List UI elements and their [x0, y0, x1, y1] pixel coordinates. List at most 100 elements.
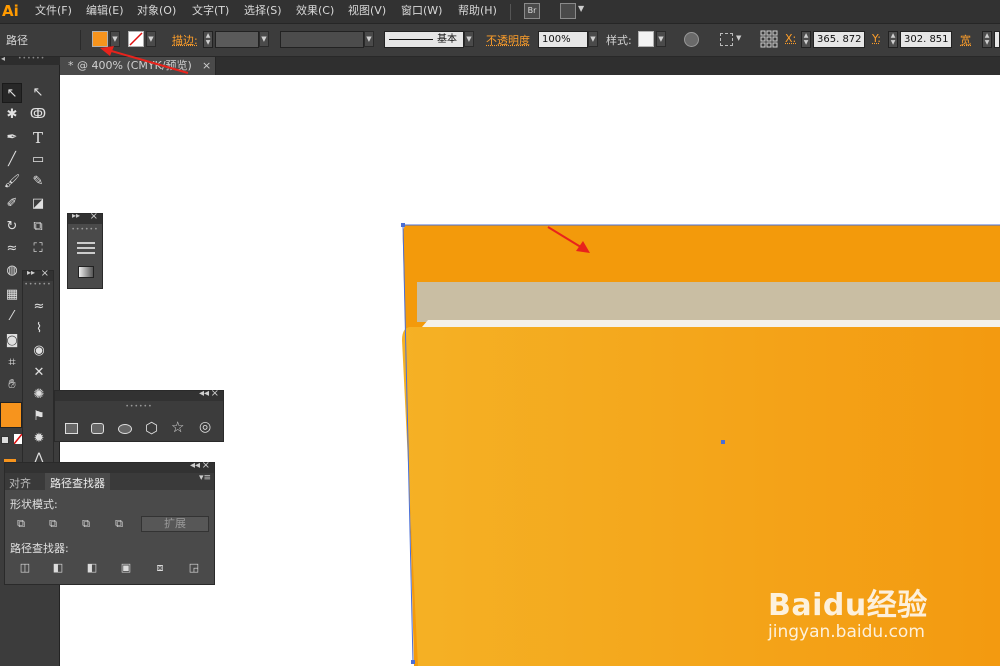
close-icon[interactable]: ×: [202, 460, 210, 471]
gradient-panel-icon[interactable]: [78, 266, 94, 278]
star-icon[interactable]: ☆: [171, 418, 184, 436]
anchor-point[interactable]: [411, 660, 415, 664]
x-stepper[interactable]: ▲ ▼: [801, 31, 811, 48]
menu-effect[interactable]: 效果(C): [296, 0, 334, 24]
rotate-tool-icon[interactable]: ↻: [2, 217, 22, 237]
expand-icon[interactable]: ▸▸: [72, 211, 80, 220]
shape-builder-tool-icon[interactable]: ◍: [2, 261, 22, 281]
exclude-icon[interactable]: ⧉: [111, 517, 127, 531]
pencil-tool-icon[interactable]: ✎: [28, 172, 48, 192]
free-transform-tool-icon[interactable]: ⛶: [28, 239, 48, 259]
scale-tool-icon[interactable]: ⧉: [28, 217, 48, 237]
bridge-icon[interactable]: Br: [524, 3, 540, 19]
pen-tool-icon[interactable]: ✒: [2, 128, 22, 148]
collapse-icon[interactable]: ◂: [1, 54, 5, 63]
flare-icon[interactable]: ◎: [199, 419, 211, 435]
hand-tool-icon[interactable]: ✋︎: [2, 375, 22, 395]
y-input[interactable]: 302. 851: [900, 31, 952, 48]
panel-menu-icon[interactable]: ▾≡: [199, 473, 211, 483]
divide-icon[interactable]: ◫: [17, 561, 33, 575]
none-color-icon[interactable]: [13, 433, 23, 445]
menu-file[interactable]: 文件(F): [35, 0, 72, 24]
eraser-tool-icon[interactable]: ◪: [28, 194, 48, 214]
scallop-tool-icon[interactable]: ⚑: [29, 407, 49, 427]
warp-tool-icon[interactable]: ⌇: [29, 319, 49, 339]
reference-point-icon[interactable]: [760, 30, 778, 48]
recolor-artwork-icon[interactable]: [684, 32, 699, 47]
polygon-icon[interactable]: ⬡: [145, 419, 158, 437]
x-label[interactable]: X:: [785, 32, 796, 45]
symbol-sprayer-tool-icon[interactable]: ◙: [2, 331, 22, 351]
merge-icon[interactable]: ◧: [84, 561, 100, 575]
paintbrush-tool-icon[interactable]: 🖌︎: [2, 172, 22, 192]
eyedropper-tool-icon[interactable]: ⁄: [2, 307, 22, 327]
menu-type[interactable]: 文字(T): [192, 0, 229, 24]
type-tool-icon[interactable]: T: [28, 128, 48, 148]
menu-edit[interactable]: 编辑(E): [86, 0, 124, 24]
gripper[interactable]: ••••••: [23, 282, 53, 288]
y-label[interactable]: Y:: [872, 32, 881, 45]
bloat-tool-icon[interactable]: ✺: [29, 385, 49, 405]
collapse-icon[interactable]: ◂◂: [199, 388, 209, 399]
opacity-label[interactable]: 不透明度: [486, 32, 530, 48]
graphic-style-dropdown[interactable]: ▼: [656, 31, 666, 47]
anchor-point[interactable]: [401, 223, 405, 227]
pucker-tool-icon[interactable]: ✕: [29, 363, 49, 383]
selection-tool-icon[interactable]: ↖: [2, 83, 22, 103]
width-profile-dropdown[interactable]: ▼: [364, 31, 374, 47]
x-input[interactable]: 365. 872: [813, 31, 865, 48]
expand-button[interactable]: 扩展: [141, 516, 209, 532]
rectangle-icon[interactable]: [65, 423, 78, 434]
fill-color-box[interactable]: [0, 402, 22, 428]
menu-select[interactable]: 选择(S): [244, 0, 282, 24]
crystallize-tool-icon[interactable]: ✹: [29, 429, 49, 449]
graphic-style-swatch[interactable]: [638, 31, 654, 47]
stroke-panel-icon[interactable]: [77, 242, 95, 254]
intersect-icon[interactable]: ⧉: [78, 517, 94, 531]
magic-wand-tool-icon[interactable]: ✱: [2, 105, 22, 125]
width-tool-icon[interactable]: ≈: [29, 297, 49, 317]
collapse-icon[interactable]: ◂◂: [190, 460, 200, 471]
blob-brush-tool-icon[interactable]: ✐: [2, 194, 22, 214]
outline-icon[interactable]: ⧈: [152, 561, 168, 575]
lasso-tool-icon[interactable]: ↂ: [28, 105, 48, 125]
tab-align[interactable]: 对齐: [9, 475, 31, 491]
ellipse-icon[interactable]: [118, 424, 132, 434]
mesh-tool-icon[interactable]: ▦: [2, 285, 22, 305]
width-input[interactable]: [994, 31, 1000, 48]
chevron-down-icon[interactable]: ▼: [736, 34, 741, 42]
y-stepper[interactable]: ▲ ▼: [888, 31, 898, 48]
close-tab-icon[interactable]: ×: [202, 57, 211, 74]
tab-pathfinder[interactable]: 路径查找器: [45, 473, 110, 490]
paper-sheet[interactable]: [417, 282, 1000, 322]
line-segment-tool-icon[interactable]: ╱: [2, 150, 22, 170]
gripper[interactable]: ••••••: [55, 404, 223, 410]
close-icon[interactable]: ×: [90, 211, 98, 222]
collapse-icon[interactable]: ▸▸: [27, 268, 35, 277]
rectangle-tool-icon[interactable]: ▭: [28, 150, 48, 170]
opacity-dropdown[interactable]: ▼: [588, 31, 598, 47]
width-tool-icon[interactable]: ≈: [2, 239, 22, 259]
width-stepper[interactable]: ▲ ▼: [982, 31, 992, 48]
opacity-input[interactable]: 100%: [538, 31, 588, 48]
close-icon[interactable]: ×: [41, 268, 49, 279]
minus-back-icon[interactable]: ◲: [186, 561, 202, 575]
align-to-icon[interactable]: [720, 33, 733, 46]
minus-front-icon[interactable]: ⧉: [45, 517, 61, 531]
width-label[interactable]: 宽: [960, 32, 971, 48]
stroke-weight-input[interactable]: [215, 31, 259, 48]
menu-view[interactable]: 视图(V): [348, 0, 386, 24]
menu-window[interactable]: 窗口(W): [401, 0, 442, 24]
gripper[interactable]: ••••••: [18, 55, 45, 62]
chevron-down-icon[interactable]: ▼: [578, 4, 584, 13]
unite-icon[interactable]: ⧉: [13, 517, 29, 531]
trim-icon[interactable]: ◧: [50, 561, 66, 575]
stroke-weight-stepper[interactable]: ▲ ▼: [203, 31, 213, 48]
gripper[interactable]: ••••••: [68, 227, 102, 233]
variable-width-profile[interactable]: [280, 31, 364, 48]
default-colors-icon[interactable]: [1, 436, 9, 444]
rounded-rectangle-icon[interactable]: [91, 423, 104, 434]
crop-icon[interactable]: ▣: [118, 561, 134, 575]
direct-selection-tool-icon[interactable]: ↖: [28, 83, 48, 103]
arrange-documents-icon[interactable]: [560, 3, 576, 19]
